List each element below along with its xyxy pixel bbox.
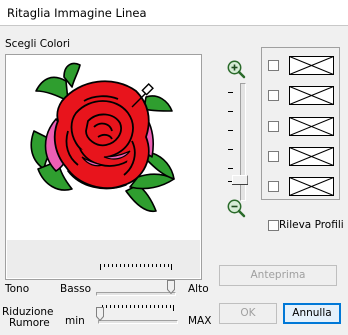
riduzione-slider-thumb[interactable]: [96, 307, 104, 321]
annulla-button[interactable]: Annulla: [283, 303, 341, 324]
title-bar: Ritaglia Immagine Linea: [0, 0, 348, 26]
zoom-tick: [228, 149, 233, 150]
zoom-tick: [228, 92, 233, 93]
color-slot-swatch[interactable]: [289, 86, 334, 105]
color-slot-checkbox[interactable]: [268, 60, 279, 71]
zoom-in-icon[interactable]: [226, 59, 246, 79]
zoom-out-icon[interactable]: [226, 198, 246, 218]
window-title: Ritaglia Immagine Linea: [7, 6, 147, 20]
anteprima-button[interactable]: Anteprima: [219, 265, 337, 286]
color-slot-checkbox[interactable]: [268, 121, 279, 132]
color-slot-swatch[interactable]: [289, 177, 334, 196]
preview-margin: [7, 240, 200, 278]
tono-slider-ticks: [100, 264, 172, 270]
rose-image: [30, 62, 175, 213]
riduzione-slider-track[interactable]: [98, 320, 178, 324]
tono-label: Tono: [5, 283, 30, 295]
riduzione-label-line2: Rumore: [9, 317, 50, 329]
tono-slider-thumb[interactable]: [167, 280, 175, 294]
color-slot-swatch[interactable]: [289, 56, 334, 75]
rileva-profili-checkbox[interactable]: [268, 220, 279, 231]
zoom-tick: [228, 111, 233, 112]
dialog-body: Scegli Colori Rileva Profili Tono Basso …: [0, 26, 348, 335]
zoom-tick: [228, 130, 233, 131]
riduzione-slider-ticks: [102, 305, 174, 311]
color-slot-checkbox[interactable]: [268, 90, 279, 101]
image-preview[interactable]: [5, 54, 202, 280]
zoom-tick: [228, 168, 233, 169]
color-slot-checkbox[interactable]: [268, 181, 279, 192]
tono-max-label: Alto: [188, 283, 209, 295]
zoom-slider-thumb[interactable]: [232, 175, 248, 185]
tono-slider-track[interactable]: [96, 292, 176, 296]
color-slot-swatch[interactable]: [289, 117, 334, 136]
riduzione-max-label: MAX: [188, 315, 212, 327]
ok-button[interactable]: OK: [219, 303, 277, 324]
choose-colors-label: Scegli Colori: [5, 38, 71, 50]
rileva-profili-label: Rileva Profili: [279, 219, 344, 231]
color-slot-swatch[interactable]: [289, 147, 334, 166]
riduzione-min-label: min: [65, 315, 85, 327]
color-slot-checkbox[interactable]: [268, 151, 279, 162]
tono-min-label: Basso: [60, 283, 92, 295]
